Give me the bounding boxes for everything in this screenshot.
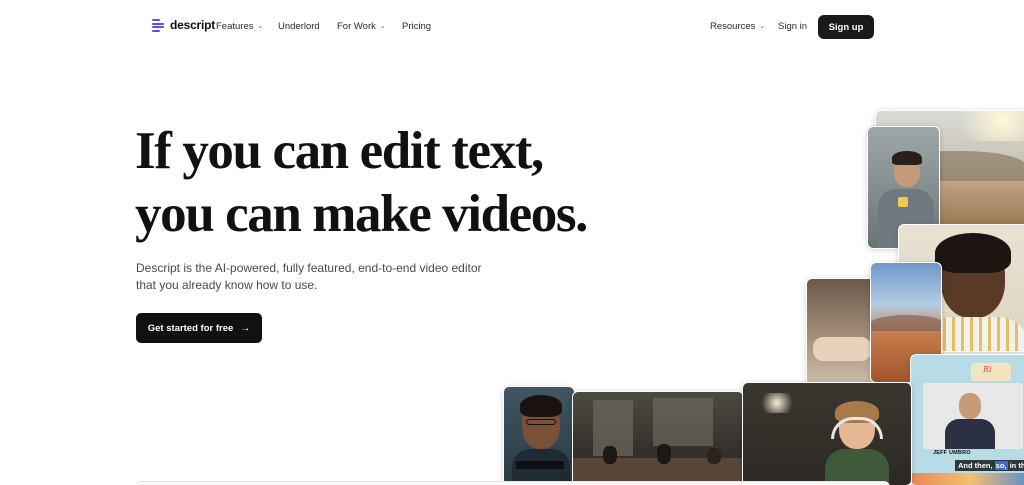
- nav-pricing[interactable]: Pricing: [402, 21, 431, 32]
- caption-text-after: in the: [1009, 461, 1024, 470]
- sign-in-link[interactable]: Sign in: [778, 21, 807, 32]
- nav-pricing-label: Pricing: [402, 21, 432, 32]
- nav-for-work[interactable]: For Work ⌄: [337, 21, 386, 32]
- descript-logo[interactable]: descript: [152, 18, 215, 32]
- headline-line-2: you can make videos.: [135, 185, 588, 243]
- video-caption: And then, so, in the: [955, 460, 1024, 471]
- chevron-down-icon: ⌄: [759, 22, 766, 30]
- speaker-name-tag: JEFF UMBRO: [933, 450, 971, 456]
- sign-up-button[interactable]: Sign up: [818, 15, 874, 39]
- hero-headline: If you can edit text, you can make video…: [135, 120, 588, 246]
- nav-resources-label: Resources: [710, 21, 756, 32]
- top-navigation: descript Features ⌄ Underlord For Work ⌄…: [0, 0, 1024, 54]
- nav-features[interactable]: Features ⌄: [216, 21, 263, 32]
- hands-crafting-thumbnail: [806, 278, 878, 398]
- caption-highlighted-word: so,: [994, 461, 1008, 470]
- nav-features-label: Features: [216, 21, 254, 32]
- video-editor-call-thumbnail: Ri JEFF UMBRO And then, so, in the: [910, 354, 1024, 485]
- descript-logo-icon: [152, 18, 164, 32]
- headline-line-1: If you can edit text,: [135, 122, 544, 180]
- nav-resources[interactable]: Resources ⌄: [710, 21, 765, 32]
- get-started-button[interactable]: Get started for free →: [136, 313, 262, 343]
- chevron-down-icon: ⌄: [379, 22, 386, 30]
- nav-for-work-label: For Work: [337, 21, 376, 32]
- hero-subtext: Descript is the AI-powered, fully featur…: [136, 261, 482, 292]
- man-speaking-thumbnail: [503, 386, 575, 485]
- sign-in-label: Sign in: [778, 21, 808, 32]
- chevron-down-icon: ⌄: [257, 22, 264, 30]
- get-started-label: Get started for free: [147, 322, 234, 334]
- arrow-right-icon: →: [240, 322, 251, 334]
- logo-text: descript: [170, 18, 216, 32]
- caption-text-before: And then,: [958, 461, 995, 470]
- podcast-studio-thumbnail: [572, 391, 744, 485]
- woman-headphones-thumbnail: [742, 382, 912, 485]
- content-panel-edge: [135, 481, 890, 485]
- nav-underlord[interactable]: Underlord: [278, 21, 320, 32]
- nav-underlord-label: Underlord: [278, 21, 320, 32]
